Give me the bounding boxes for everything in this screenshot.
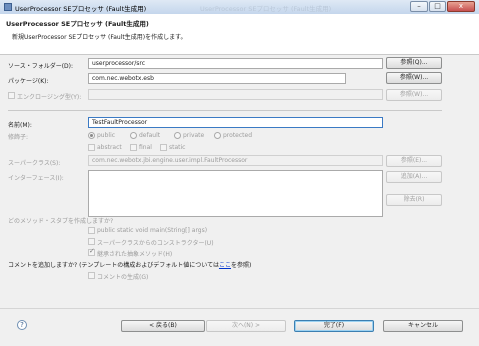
finish-button[interactable]: 完了(F) (294, 320, 374, 332)
superclass-label: スーパークラス(S): (8, 160, 61, 167)
modifier-default-radio[interactable] (130, 132, 137, 139)
modifier-public-label: public (97, 132, 116, 139)
class-name-input[interactable]: TestFaultProcessor (88, 117, 383, 128)
generate-comments-label: コメントの生成(G) (97, 274, 149, 281)
modifier-protected-radio[interactable] (214, 132, 221, 139)
comments-template-link[interactable]: ここ (219, 262, 231, 269)
name-label: 名前(M): (8, 122, 32, 129)
window-title: UserProcessor SEプロセッサ (Fault生成用) (15, 5, 147, 13)
stub-main-checkbox[interactable] (88, 227, 95, 234)
generate-comments-checkbox[interactable] (88, 272, 95, 279)
modifier-final-label: final (139, 144, 152, 151)
interfaces-label: インターフェース(I): (8, 175, 64, 182)
source-folder-browse-button[interactable]: 参照(Q)... (386, 57, 442, 69)
interfaces-remove-button[interactable]: 除去(R) (386, 194, 442, 206)
close-button[interactable]: x (447, 1, 475, 12)
title-bar: UserProcessor SEプロセッサ (Fault生成用) UserPro… (0, 0, 479, 14)
modifier-protected-label: protected (223, 132, 253, 139)
superclass-browse-button[interactable]: 参照(E)... (386, 155, 442, 167)
enclosing-type-checkbox[interactable] (8, 92, 15, 99)
interfaces-list[interactable] (88, 170, 383, 217)
enclosing-type-browse-button[interactable]: 参照(W)... (386, 89, 442, 101)
help-icon[interactable]: ? (17, 320, 27, 330)
enclosing-type-label: エンクロージング型(Y): (17, 94, 82, 101)
package-label: パッケージ(K): (8, 78, 49, 85)
wizard-window: UserProcessor SEプロセッサ (Fault生成用) UserPro… (0, 0, 479, 346)
modifier-static-label: static (169, 144, 186, 151)
stub-inherited-label: 継承された抽象メソッド(H) (97, 251, 173, 258)
next-button[interactable]: 次へ(N) > (206, 320, 286, 332)
package-browse-button[interactable]: 参照(W)... (386, 72, 442, 84)
banner-title: UserProcessor SEプロセッサ (Fault生成用) (6, 20, 149, 28)
comments-question: コメントを追加しますか? (テンプレートの構成およびデフォルト値についてはここを… (8, 260, 251, 269)
minimize-button[interactable]: – (410, 1, 428, 12)
separator (8, 110, 442, 111)
source-folder-input[interactable]: userprocessor/src (88, 58, 383, 69)
modifier-abstract-label: abstract (97, 144, 122, 151)
back-button[interactable]: < 戻る(B) (121, 320, 205, 332)
modifiers-label: 修飾子: (8, 134, 29, 141)
banner-description: 新規UserProcessor SEプロセッサ (Fault生成用)を作成します… (12, 34, 187, 41)
comments-question-suffix: を参照) (230, 262, 252, 269)
package-input[interactable]: com.nec.webotx.esb (88, 73, 346, 84)
source-folder-label: ソース・フォルダー(D): (8, 63, 74, 70)
modifier-final-checkbox[interactable] (130, 144, 137, 151)
app-icon (4, 3, 12, 11)
stub-main-label: public static void main(String[] args) (97, 227, 208, 234)
comments-question-prefix: コメントを追加しますか? (テンプレートの構成およびデフォルト値については (8, 262, 219, 269)
modifier-public-radio[interactable] (88, 132, 95, 139)
enclosing-type-input[interactable] (88, 89, 383, 100)
modifier-abstract-checkbox[interactable] (88, 144, 95, 151)
cancel-button[interactable]: キャンセル (383, 320, 463, 332)
maximize-button[interactable]: □ (429, 1, 446, 12)
background-window-title: UserProcessor SEプロセッサ (Fault生成用) (200, 5, 332, 13)
superclass-input[interactable]: com.nec.webotx.jbi.engine.user.impl.Faul… (88, 155, 383, 166)
footer-separator (0, 308, 479, 309)
interfaces-add-button[interactable]: 追加(A)... (386, 171, 442, 183)
modifier-private-label: private (183, 132, 205, 139)
stub-constructors-checkbox[interactable] (88, 238, 95, 245)
modifier-default-label: default (139, 132, 161, 139)
stub-constructors-label: スーパークラスからのコンストラクター(U) (97, 240, 214, 247)
modifier-static-checkbox[interactable] (160, 144, 167, 151)
modifier-private-radio[interactable] (174, 132, 181, 139)
stubs-question: どのメソッド・スタブを作成しますか? (8, 218, 114, 225)
stub-inherited-checkbox[interactable] (88, 247, 95, 256)
